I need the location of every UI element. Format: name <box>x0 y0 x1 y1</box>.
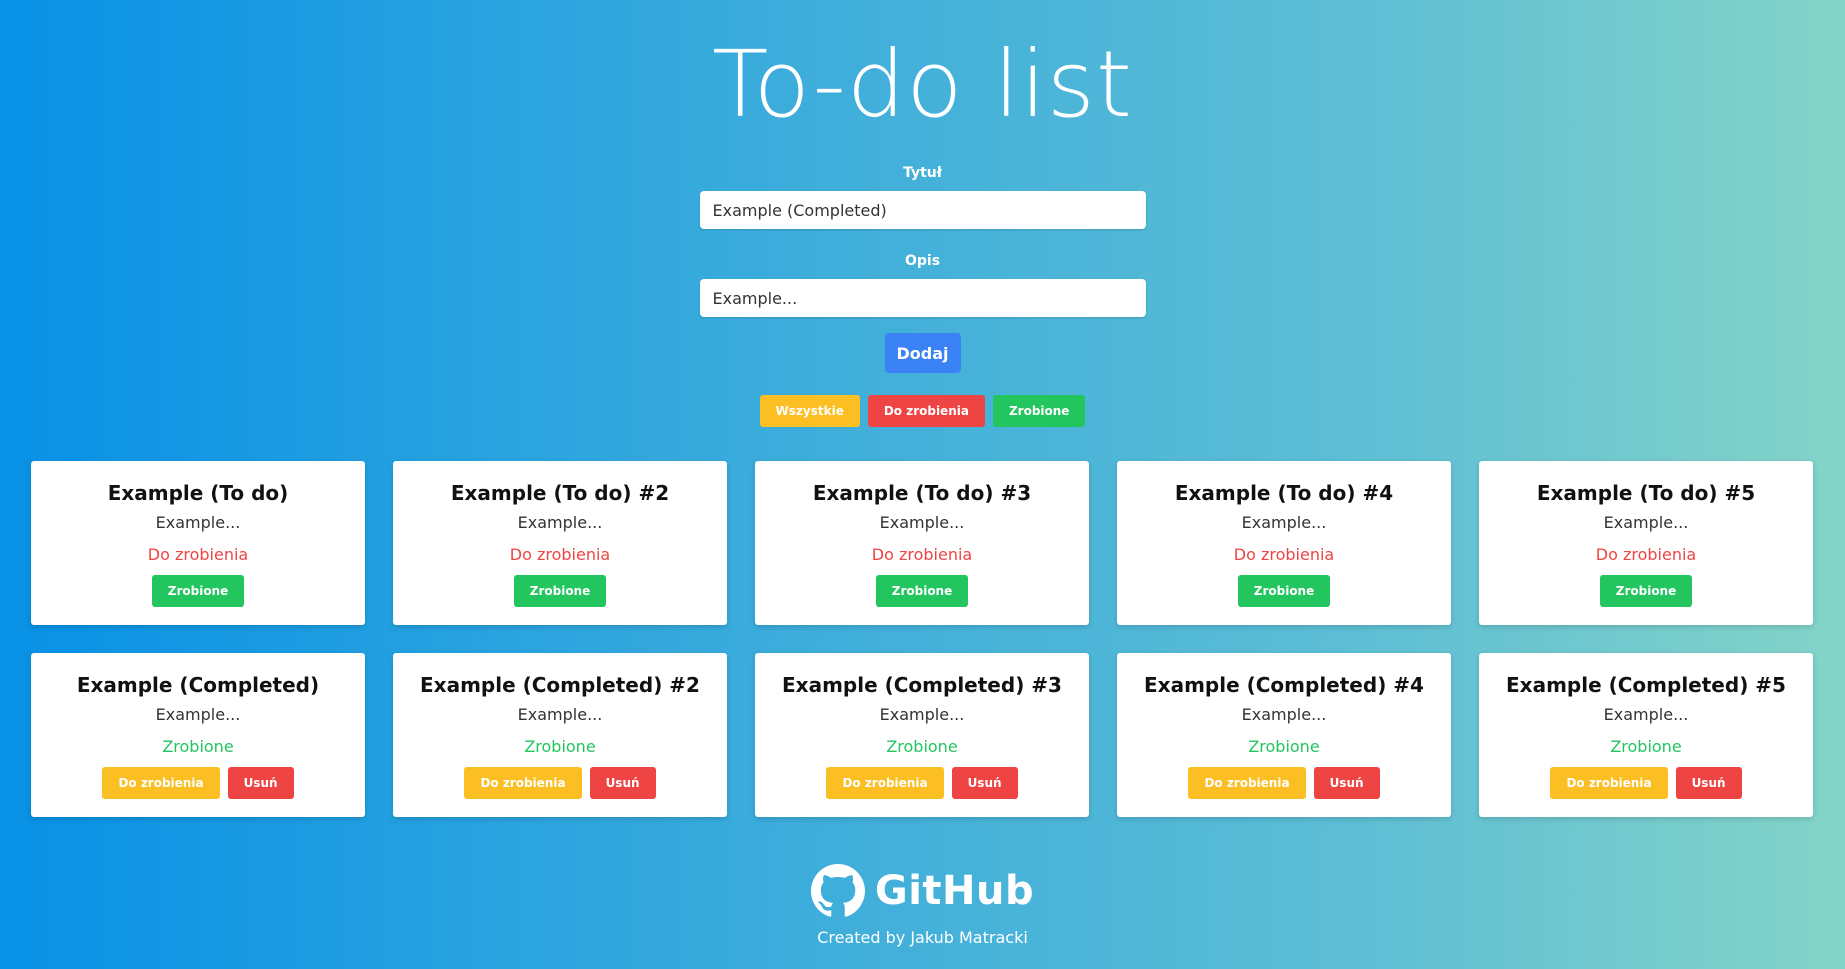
task-card-todo: Example (To do) #2 Example... Do zrobien… <box>393 461 727 625</box>
task-actions: Zrobione <box>393 575 727 607</box>
task-actions: Do zrobienia Usuń <box>31 767 365 799</box>
mark-todo-button[interactable]: Do zrobienia <box>102 767 220 799</box>
mark-todo-button[interactable]: Do zrobienia <box>464 767 582 799</box>
delete-button[interactable]: Usuń <box>589 767 656 799</box>
mark-done-button[interactable]: Zrobione <box>1237 575 1331 607</box>
task-card-todo: Example (To do) #3 Example... Do zrobien… <box>755 461 1089 625</box>
github-label: GitHub <box>874 868 1035 914</box>
mark-todo-button[interactable]: Do zrobienia <box>826 767 944 799</box>
task-title: Example (To do) #2 <box>450 481 670 505</box>
delete-button[interactable]: Usuń <box>1313 767 1380 799</box>
task-description: Example... <box>879 513 965 532</box>
delete-button[interactable]: Usuń <box>1675 767 1742 799</box>
task-status: Do zrobienia <box>509 545 611 564</box>
filter-all-button[interactable]: Wszystkie <box>759 395 860 427</box>
filter-bar: Wszystkie Do zrobienia Zrobione <box>0 395 1845 427</box>
filter-done-button[interactable]: Zrobione <box>992 395 1086 427</box>
task-title: Example (Completed) #2 <box>420 673 700 697</box>
task-status: Zrobione <box>1248 737 1320 756</box>
todo-form: Tytuł Opis Dodaj <box>699 165 1146 373</box>
github-link[interactable]: GitHub <box>810 864 1035 918</box>
task-actions: Do zrobienia Usuń <box>1479 767 1813 799</box>
mark-done-button[interactable]: Zrobione <box>513 575 607 607</box>
task-actions: Zrobione <box>1117 575 1451 607</box>
task-title: Example (To do) #3 <box>812 481 1032 505</box>
task-status: Zrobione <box>1610 737 1682 756</box>
task-card-todo: Example (To do) Example... Do zrobienia … <box>31 461 365 625</box>
github-icon <box>810 864 865 918</box>
task-title: Example (To do) #4 <box>1174 481 1394 505</box>
task-card-completed: Example (Completed) #5 Example... Zrobio… <box>1479 653 1813 817</box>
title-input[interactable] <box>699 191 1146 229</box>
page-title: To-do list <box>712 31 1133 138</box>
footer: GitHub Created by Jakub Matracki <box>0 864 1845 947</box>
task-status: Zrobione <box>162 737 234 756</box>
task-actions: Do zrobienia Usuń <box>1117 767 1451 799</box>
task-status: Do zrobienia <box>871 545 973 564</box>
mark-todo-button[interactable]: Do zrobienia <box>1550 767 1668 799</box>
title-label: Tytuł <box>903 165 942 181</box>
task-card-completed: Example (Completed) #4 Example... Zrobio… <box>1117 653 1451 817</box>
task-status: Do zrobienia <box>1233 545 1335 564</box>
task-actions: Zrobione <box>1479 575 1813 607</box>
task-title: Example (Completed) #5 <box>1506 673 1786 697</box>
task-title: Example (Completed) <box>76 673 320 697</box>
task-actions: Do zrobienia Usuń <box>755 767 1089 799</box>
filter-todo-button[interactable]: Do zrobienia <box>867 395 985 427</box>
mark-done-button[interactable]: Zrobione <box>151 575 245 607</box>
task-grid: Example (To do) Example... Do zrobienia … <box>31 461 1814 817</box>
task-card-completed: Example (Completed) Example... Zrobione … <box>31 653 365 817</box>
task-title: Example (To do) #5 <box>1536 481 1756 505</box>
description-input[interactable] <box>699 279 1146 317</box>
mark-todo-button[interactable]: Do zrobienia <box>1188 767 1306 799</box>
task-description: Example... <box>517 705 603 724</box>
task-description: Example... <box>1241 513 1327 532</box>
task-status: Zrobione <box>886 737 958 756</box>
mark-done-button[interactable]: Zrobione <box>875 575 969 607</box>
add-button[interactable]: Dodaj <box>884 333 961 373</box>
delete-button[interactable]: Usuń <box>951 767 1018 799</box>
task-description: Example... <box>155 705 241 724</box>
mark-done-button[interactable]: Zrobione <box>1599 575 1693 607</box>
task-actions: Zrobione <box>755 575 1089 607</box>
task-title: Example (To do) <box>107 481 289 505</box>
task-description: Example... <box>517 513 603 532</box>
task-card-completed: Example (Completed) #2 Example... Zrobio… <box>393 653 727 817</box>
task-actions: Zrobione <box>31 575 365 607</box>
description-label: Opis <box>904 253 941 269</box>
task-status: Zrobione <box>524 737 596 756</box>
task-status: Do zrobienia <box>147 545 249 564</box>
task-description: Example... <box>1603 513 1689 532</box>
task-status: Do zrobienia <box>1595 545 1697 564</box>
task-title: Example (Completed) #4 <box>1144 673 1424 697</box>
task-title: Example (Completed) #3 <box>782 673 1062 697</box>
task-description: Example... <box>1603 705 1689 724</box>
task-actions: Do zrobienia Usuń <box>393 767 727 799</box>
task-card-todo: Example (To do) #5 Example... Do zrobien… <box>1479 461 1813 625</box>
task-description: Example... <box>1241 705 1327 724</box>
task-card-completed: Example (Completed) #3 Example... Zrobio… <box>755 653 1089 817</box>
delete-button[interactable]: Usuń <box>227 767 294 799</box>
task-description: Example... <box>879 705 965 724</box>
task-description: Example... <box>155 513 241 532</box>
credit-text: Created by Jakub Matracki <box>817 928 1028 947</box>
task-card-todo: Example (To do) #4 Example... Do zrobien… <box>1117 461 1451 625</box>
